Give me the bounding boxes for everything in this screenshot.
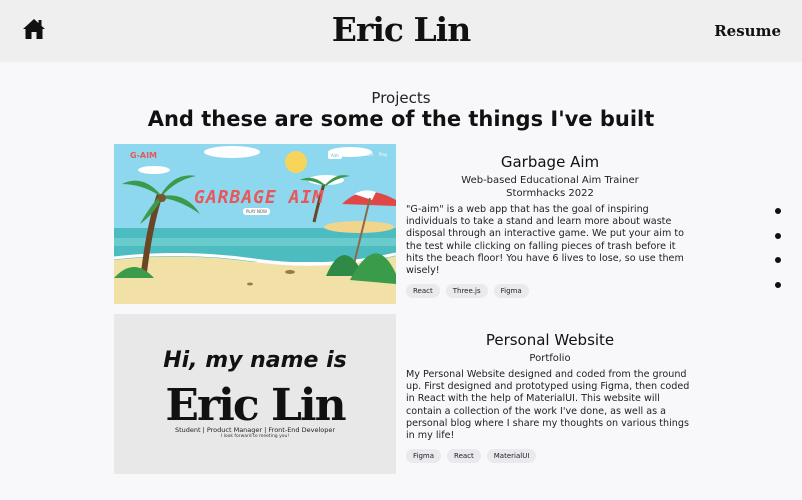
- project-title: Personal Website: [485, 331, 615, 349]
- thumbnail-greeting: Hi, my name is: [163, 348, 347, 373]
- site-title[interactable]: Eric Lin: [0, 10, 802, 49]
- thumbnail-name: Eric Lin: [165, 380, 346, 431]
- dot-nav-item[interactable]: [775, 281, 781, 288]
- tag-chip[interactable]: Figma: [493, 284, 529, 299]
- project-card-garbage-aim: G-AIM Aim Leaderboard Play GARBAGE AIM P…: [114, 144, 694, 304]
- play-now-button: PLAY NOW: [243, 208, 270, 215]
- thumbnail-nav-item: Aim: [328, 152, 342, 159]
- tag-chip[interactable]: Figma: [406, 449, 442, 464]
- thumbnail-tagline: I look forward to meeting you!: [220, 434, 290, 439]
- thumbnail-nav-item: Play: [379, 152, 388, 157]
- project-subtitle: Web-based Educational Aim Trainer: [461, 175, 639, 186]
- gaim-logo: G-AIM: [130, 151, 158, 160]
- project-info: Personal Website Portfolio My Personal W…: [406, 314, 694, 464]
- section-kicker: Projects: [371, 89, 431, 107]
- resume-link[interactable]: Resume: [714, 22, 781, 40]
- thumbnail-roles: Student | Product Manager | Front-End De…: [174, 426, 336, 434]
- section-dots-nav: [775, 208, 783, 306]
- project-thumbnail-garbage-aim[interactable]: G-AIM Aim Leaderboard Play GARBAGE AIM P…: [114, 144, 396, 304]
- thumbnail-nav-item: Leaderboard: [347, 152, 374, 157]
- project-card-personal-website: Hi, my name is Eric Lin Student | Produc…: [114, 314, 694, 474]
- top-navbar: Eric Lin Resume: [0, 0, 802, 62]
- dot-nav-item[interactable]: [775, 208, 781, 214]
- project-info: Garbage Aim Web-based Educational Aim Tr…: [406, 144, 694, 299]
- beach-illustration: [114, 144, 396, 304]
- tag-chip[interactable]: Three.js: [445, 284, 488, 299]
- project-event: Stormhacks 2022: [506, 188, 594, 199]
- project-thumbnail-personal-website[interactable]: Hi, my name is Eric Lin Student | Produc…: [114, 314, 396, 474]
- thumbnail-nav: Aim Leaderboard Play: [328, 152, 387, 159]
- tag-list: Figma React MaterialUI: [406, 449, 694, 464]
- tag-chip[interactable]: React: [447, 449, 481, 464]
- project-subtitle: Portfolio: [529, 353, 571, 364]
- project-description: My Personal Website designed and coded f…: [406, 369, 690, 442]
- tag-list: React Three.js Figma: [406, 284, 694, 299]
- tag-chip[interactable]: React: [406, 284, 440, 299]
- project-description: "G-aim" is a web app that has the goal o…: [406, 204, 684, 277]
- dot-nav-item[interactable]: [775, 232, 781, 239]
- dot-nav-item[interactable]: [775, 257, 781, 263]
- project-title: Garbage Aim: [500, 153, 600, 171]
- tag-chip[interactable]: MaterialUI: [486, 449, 537, 464]
- section-title: And these are some of the things I've bu…: [147, 107, 655, 131]
- game-title: GARBAGE AIM: [194, 187, 325, 208]
